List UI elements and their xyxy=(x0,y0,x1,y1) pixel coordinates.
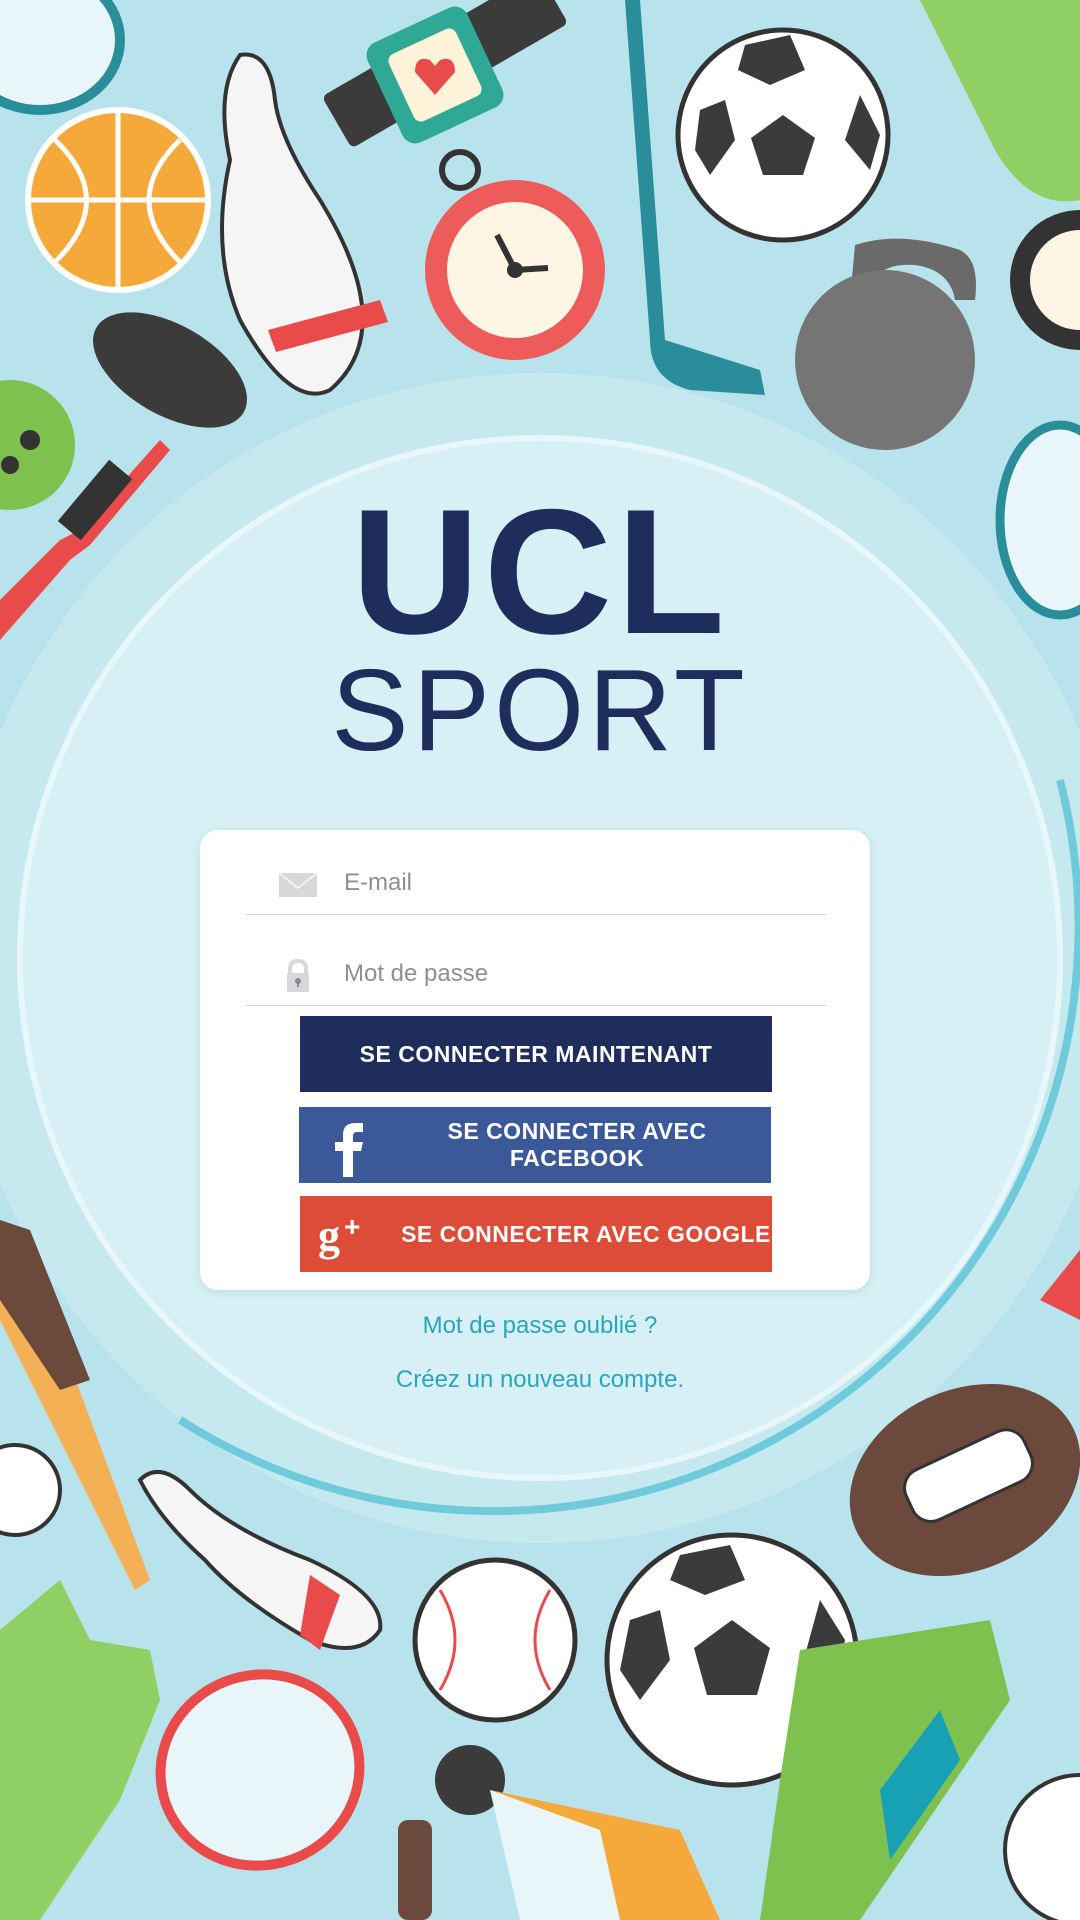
kettlebell-icon xyxy=(795,238,976,450)
logo-ucl: UCL xyxy=(351,472,729,671)
tennis-racket-icon xyxy=(0,0,125,115)
login-card: SE CONNECTER MAINTENANT SE CONNECTER AVE… xyxy=(200,830,870,1290)
google-plus-icon: g + xyxy=(318,1211,361,1260)
password-input[interactable] xyxy=(342,951,816,997)
envelope-icon xyxy=(278,872,318,897)
svg-text:g: g xyxy=(318,1211,341,1260)
smartwatch-icon xyxy=(323,0,567,147)
svg-text:+: + xyxy=(344,1211,361,1242)
email-field-container xyxy=(246,854,826,915)
google-login-button[interactable]: g + SE CONNECTER AVEC GOOGLE xyxy=(300,1196,772,1272)
lock-icon xyxy=(287,959,309,992)
facebook-login-button[interactable]: SE CONNECTER AVEC FACEBOOK xyxy=(299,1107,771,1183)
soccer-ball-icon xyxy=(675,27,891,243)
stopwatch-icon xyxy=(425,149,605,360)
water-bottle-icon xyxy=(920,0,1080,202)
forgot-password-link[interactable]: Mot de passe oublié ? xyxy=(0,1312,1080,1340)
basketball-icon xyxy=(25,107,211,293)
login-button[interactable]: SE CONNECTER MAINTENANT xyxy=(300,1016,772,1092)
baseball-icon xyxy=(412,1557,578,1723)
login-button-label: SE CONNECTER MAINTENANT xyxy=(359,1040,713,1067)
email-input[interactable] xyxy=(342,860,816,906)
password-field-container xyxy=(246,945,826,1006)
facebook-icon xyxy=(335,1123,363,1177)
create-account-link[interactable]: Créez un nouveau compte. xyxy=(0,1366,1080,1394)
logo-sport: SPORT xyxy=(331,645,749,775)
